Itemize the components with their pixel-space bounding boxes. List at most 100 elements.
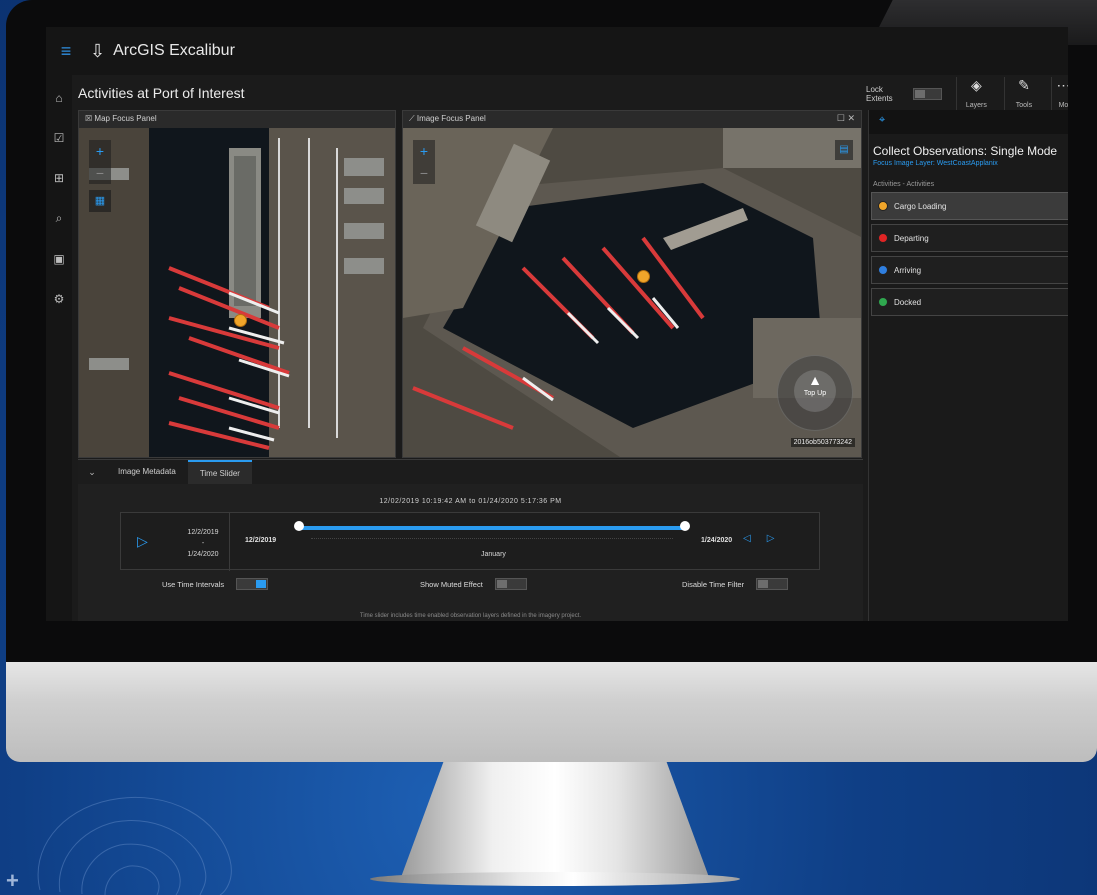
observation-marker[interactable]	[234, 314, 247, 327]
layers-button[interactable]: ◈ Layers	[956, 76, 996, 112]
step-back-icon[interactable]: ◁	[743, 533, 767, 544]
month-label: January	[481, 551, 506, 558]
image-id-label: 2016ob503773242	[790, 438, 855, 447]
observations-title: Collect Observations: Single Mode	[873, 144, 1058, 158]
range-end-short: 1/24/2020	[187, 551, 219, 558]
add-panel-icon[interactable]: ⊞	[46, 171, 72, 185]
image-zoom-in-button[interactable]: +	[413, 140, 435, 162]
gallery-icon[interactable]: ▣	[46, 252, 72, 266]
range-summary: 12/2/2019 - 1/24/2020	[177, 527, 229, 560]
time-range-text: 12/02/2019 10:19:42 AM to 01/24/2020 5:1…	[379, 498, 562, 505]
dock-tabs: ⌄ Image Metadata Time Slider	[78, 460, 863, 484]
compass-control[interactable]: ▲ Top Up	[777, 355, 853, 431]
lock-extents-toggle[interactable]	[913, 88, 943, 100]
activity-label: Docked	[894, 297, 922, 307]
map-panel-icon: ☒	[85, 114, 93, 123]
plus-decoration: +	[6, 868, 19, 893]
tab-image-metadata[interactable]: Image Metadata	[106, 460, 188, 484]
more-label: Mo	[1058, 101, 1068, 109]
zoom-out-button[interactable]: −	[89, 162, 111, 184]
gear-icon[interactable]: ⚙	[46, 292, 72, 306]
image-observation-marker[interactable]	[637, 270, 650, 283]
image-panel-icon: ⟋	[409, 114, 415, 123]
show-muted-effect-toggle[interactable]	[494, 578, 527, 590]
excalibur-logo-icon: ⇩	[90, 40, 106, 61]
top-up-label: Top Up	[803, 390, 827, 397]
menu-icon[interactable]: ≡	[46, 41, 86, 62]
range-start-short: 12/2/2019	[187, 529, 219, 536]
map-zoom-control: + −	[89, 140, 111, 184]
tab-time-slider[interactable]: Time Slider	[187, 460, 252, 484]
use-time-intervals-toggle[interactable]	[236, 578, 269, 590]
checklist-icon[interactable]: ☑	[46, 131, 72, 145]
image-panel-header: ⟋ Image Focus Panel ☐ ✕	[403, 111, 861, 128]
activity-label: Arriving	[894, 265, 922, 275]
map-view[interactable]: + − ▦	[79, 128, 395, 457]
north-arrow-icon: ▲	[808, 372, 822, 388]
layers-icon: ◈	[970, 76, 982, 93]
tools-icon: ✎	[1018, 76, 1030, 93]
image-zoom-out-button[interactable]: −	[413, 162, 435, 184]
activity-color-swatch	[878, 297, 888, 307]
page-title: Activities at Port of Interest	[78, 85, 245, 101]
activity-color-swatch	[878, 201, 888, 211]
tools-label: Tools	[1015, 101, 1033, 109]
activity-list: Cargo Loading Departing Arriving Docked	[869, 192, 1068, 316]
slider-start-label: 12/2/2019	[245, 537, 277, 544]
observations-tabbar: ⌖	[869, 110, 1068, 134]
zoom-in-button[interactable]: +	[89, 140, 111, 162]
disable-time-filter-label: Disable Time Filter	[682, 579, 745, 589]
activity-item-departing[interactable]: Departing	[871, 224, 1068, 252]
basemap-gallery-icon[interactable]: ▦	[89, 190, 111, 212]
step-forward-icon[interactable]: ▷	[767, 533, 791, 544]
slider-start-thumb[interactable]	[294, 521, 304, 531]
time-slider-footnote: Time slider includes time enabled observ…	[359, 613, 582, 619]
image-zoom-control: + −	[413, 140, 435, 184]
show-muted-effect-label: Show Muted Effect	[420, 579, 483, 589]
activity-item-arriving[interactable]: Arriving	[871, 256, 1068, 284]
show-muted-effect-option: Show Muted Effect	[420, 578, 527, 590]
home-icon[interactable]: ⌂	[46, 91, 72, 105]
activity-color-swatch	[878, 265, 888, 275]
slider-end-thumb[interactable]	[680, 521, 690, 531]
use-time-intervals-label: Use Time Intervals	[162, 579, 225, 589]
more-button[interactable]: ⋯ Mo	[1051, 76, 1068, 112]
activity-label: Departing	[894, 233, 929, 243]
disable-time-filter-option: Disable Time Filter	[682, 578, 789, 590]
activity-group-label: Activities - Activities	[873, 181, 935, 188]
map-focus-panel: ☒ Map Focus Panel + − ▦	[78, 110, 396, 458]
focus-layer-label[interactable]: Focus Image Layer: WestCoastApplanix	[873, 160, 1068, 167]
top-up-button[interactable]: ▲ Top Up	[794, 370, 836, 412]
image-view[interactable]: + − ▤ ▲ Top Up 2016ob503773242	[403, 128, 861, 457]
range-dash: -	[201, 540, 205, 547]
collapse-dock-icon[interactable]: ⌄	[78, 460, 106, 484]
left-nav: ⌂ ☑ ⊞ ⌕ ▣ ⚙	[46, 75, 72, 621]
bottom-dock: ⌄ Image Metadata Time Slider 12/02/2019 …	[78, 459, 863, 621]
app-screen: ≡ ⇩ ArcGIS Excalibur ⌂ ☑ ⊞ ⌕ ▣ ⚙ Activit…	[46, 27, 1068, 621]
image-focus-panel: ⟋ Image Focus Panel ☐ ✕ + − ▤ ▲ Top Up 2…	[402, 110, 862, 458]
close-icon[interactable]: ✕	[847, 113, 855, 123]
tools-button[interactable]: ✎ Tools	[1003, 76, 1044, 112]
time-slider: ▷ 12/2/2019 - 1/24/2020 12/2/2019 Januar…	[120, 512, 820, 571]
activity-color-swatch	[878, 233, 888, 243]
activity-item-cargo-loading[interactable]: Cargo Loading	[871, 192, 1068, 220]
activity-item-docked[interactable]: Docked	[871, 288, 1068, 316]
contour-decoration	[37, 796, 232, 895]
search-icon[interactable]: ⌕	[46, 211, 72, 226]
use-time-intervals-option: Use Time Intervals	[162, 578, 269, 590]
app-header: ≡ ⇩ ArcGIS Excalibur	[46, 27, 1068, 75]
map-panel-title: Map Focus Panel	[94, 114, 157, 123]
slider-divider	[229, 513, 230, 571]
image-panel-title: Image Focus Panel	[416, 114, 486, 123]
monitor-stand	[400, 762, 710, 880]
monitor-stand-base	[370, 872, 740, 886]
pin-icon[interactable]: ⌖	[869, 110, 895, 131]
play-icon[interactable]: ▷	[137, 533, 148, 550]
image-info-icon[interactable]: ▤	[835, 140, 853, 160]
maximize-icon[interactable]: ☐	[837, 113, 845, 123]
map-panel-header: ☒ Map Focus Panel	[79, 111, 395, 128]
more-icon: ⋯	[1056, 76, 1068, 93]
slider-track[interactable]	[299, 526, 685, 530]
slider-ticks	[311, 538, 673, 539]
disable-time-filter-toggle[interactable]	[756, 578, 789, 590]
